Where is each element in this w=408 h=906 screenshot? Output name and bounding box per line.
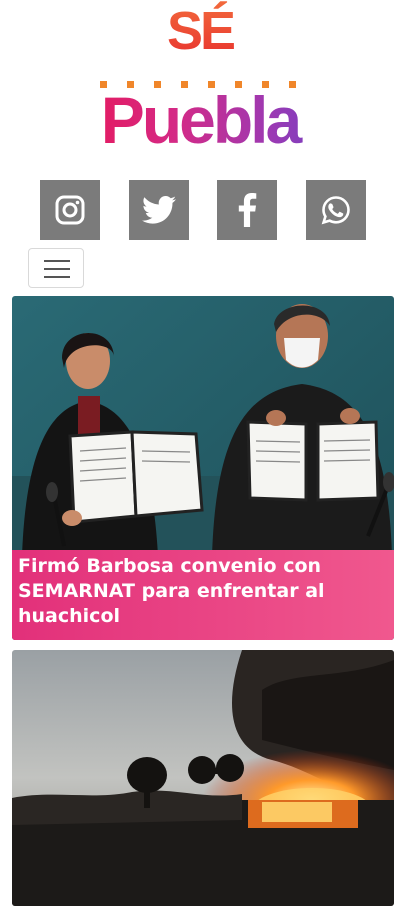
twitter-button[interactable] bbox=[129, 180, 189, 240]
site-logo[interactable]: SÉ Puebla bbox=[0, 0, 408, 160]
whatsapp-icon bbox=[321, 196, 350, 225]
instagram-button[interactable] bbox=[40, 180, 100, 240]
logo-se-text: SÉ bbox=[160, 0, 240, 62]
article-title[interactable]: Firmó Barbosa convenio con SEMARNAT para… bbox=[12, 550, 394, 640]
twitter-icon bbox=[142, 195, 176, 224]
whatsapp-button[interactable] bbox=[306, 180, 366, 240]
instagram-icon bbox=[55, 195, 85, 225]
article-card[interactable]: Firmó Barbosa convenio con SEMARNAT para… bbox=[12, 296, 394, 640]
logo-puebla-text: Puebla bbox=[80, 82, 320, 158]
facebook-button[interactable] bbox=[217, 180, 277, 240]
article-photo[interactable] bbox=[12, 650, 394, 906]
facebook-icon bbox=[238, 193, 257, 227]
menu-toggle-button[interactable] bbox=[28, 248, 84, 288]
article-card[interactable] bbox=[12, 650, 394, 906]
